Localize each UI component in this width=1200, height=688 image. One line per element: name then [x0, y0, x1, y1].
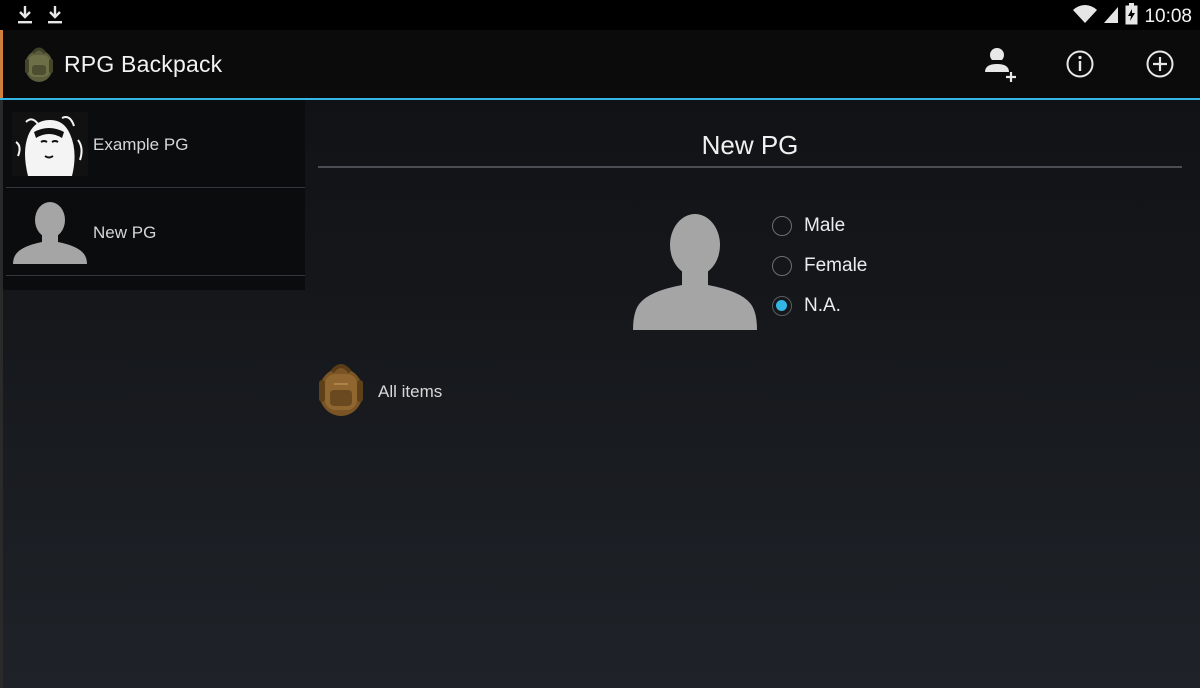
battery-icon: [1125, 3, 1138, 30]
signal-icon: [1103, 4, 1119, 29]
page-title[interactable]: New PG: [318, 130, 1182, 161]
clock: 10:08: [1144, 5, 1192, 27]
radio-button[interactable]: [772, 256, 792, 276]
add-person-icon: [980, 44, 1020, 89]
person-silhouette-icon: [12, 200, 88, 264]
radio-button[interactable]: [772, 296, 792, 316]
list-item[interactable]: New PG: [6, 188, 305, 276]
list-item-label: New PG: [93, 223, 157, 242]
download-icon: [16, 4, 34, 31]
radio-button[interactable]: [772, 216, 792, 236]
character-list: Example PG New PG: [0, 100, 305, 290]
app-title: RPG Backpack: [64, 51, 223, 77]
download-icon: [46, 4, 64, 31]
title-underline: [318, 166, 1182, 168]
gender-radio-male[interactable]: Male: [772, 215, 845, 237]
all-items-label: All items: [378, 381, 443, 401]
avatar: [12, 112, 88, 176]
list-item[interactable]: Example PG: [6, 100, 305, 188]
radio-label: Female: [804, 255, 868, 276]
gender-radio-na[interactable]: N.A.: [772, 295, 841, 317]
backpack-icon: [316, 360, 366, 423]
info-button[interactable]: [1060, 46, 1100, 86]
status-bar: 10:08: [0, 0, 1200, 30]
add-button[interactable]: [1140, 46, 1180, 86]
add-person-button[interactable]: [980, 46, 1020, 86]
divider: [6, 275, 305, 276]
gender-radio-female[interactable]: Female: [772, 255, 867, 277]
info-icon: [1065, 49, 1095, 84]
person-silhouette-icon[interactable]: [632, 213, 758, 330]
radio-label: N.A.: [804, 295, 841, 316]
list-item-label: Example PG: [93, 135, 189, 154]
wifi-icon: [1073, 4, 1098, 29]
pane-edge: [0, 290, 3, 688]
all-items-link[interactable]: All items: [316, 360, 442, 423]
window-edge-accent: [0, 30, 3, 98]
add-circle-icon: [1145, 49, 1175, 84]
radio-label: Male: [804, 215, 846, 236]
action-bar: RPG Backpack: [0, 30, 1200, 100]
backpack-icon[interactable]: [22, 45, 56, 83]
